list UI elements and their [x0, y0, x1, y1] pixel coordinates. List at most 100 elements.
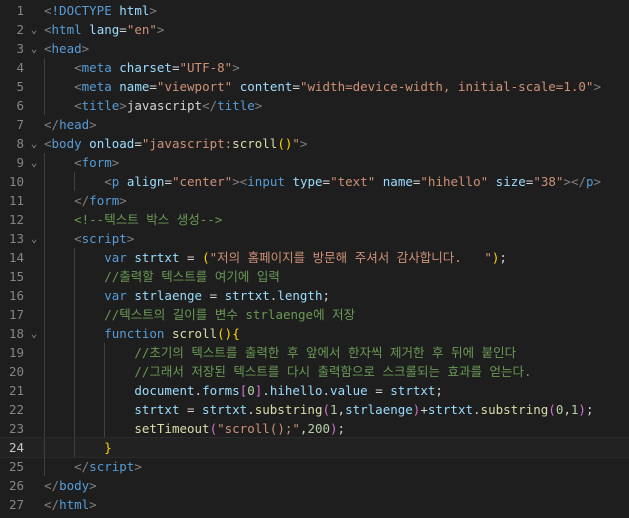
fold-chevron-icon[interactable]: ⌄ [28, 20, 40, 39]
code-token: . [262, 383, 270, 398]
line-number: 2 [16, 22, 24, 37]
code-token: strtxt [427, 402, 474, 417]
code-token: html [51, 22, 82, 37]
code-line[interactable]: 4 <meta charset="UTF-8"> [0, 58, 629, 77]
code-token: > [89, 497, 97, 512]
code-editor[interactable]: 1 <!DOCTYPE html> 2 ⌄ <html lang="en"> 3 ⌄ <hea… [0, 0, 629, 518]
code-line[interactable]: 1 <!DOCTYPE html> [0, 1, 629, 20]
code-line[interactable]: 12 <!--텍스트 박스 생성--> [0, 210, 629, 229]
code-line[interactable]: 20 //그래서 저장된 텍스트를 다시 출력함으로 스크롤되는 효과를 얻는다… [0, 362, 629, 381]
code-token: onload [89, 136, 135, 151]
code-text: document.forms[0].hihello.value = strtxt… [44, 381, 443, 400]
code-token: > [156, 22, 165, 37]
code-line[interactable]: 11 </form> [0, 191, 629, 210]
code-text: <meta name="viewport" content="width=dev… [44, 77, 601, 96]
fold-chevron-icon[interactable]: ⌄ [28, 229, 40, 248]
code-token: ; [337, 421, 346, 436]
code-token: </ [74, 459, 90, 474]
code-line[interactable]: 2 ⌄ <html lang="en"> [0, 20, 629, 39]
code-line[interactable]: 27 </html> [0, 495, 629, 514]
code-text: <title>javascript</title> [44, 96, 262, 115]
code-token: > [81, 41, 90, 56]
line-number: 22 [8, 402, 24, 417]
code-token: !DOCTYPE [51, 3, 112, 18]
line-number: 11 [8, 193, 24, 208]
code-token: "scroll();" [217, 421, 300, 436]
code-line[interactable]: 24 } [0, 437, 629, 458]
code-text: <!--텍스트 박스 생성--> [44, 210, 222, 229]
code-line[interactable]: 8 ⌄ <body onload="javascript:scroll()"> [0, 134, 629, 153]
code-token: "viewport" [156, 79, 233, 94]
code-line[interactable]: 17 //텍스트의 길이를 변수 strlaenge에 저장 [0, 305, 629, 324]
code-token: name [382, 174, 413, 189]
code-token: "width=device-width, initial-scale=1.0" [299, 79, 594, 94]
line-number: 23 [8, 421, 24, 436]
code-line[interactable]: 3 ⌄ <head> [0, 39, 629, 58]
code-token: strtxt [390, 383, 436, 398]
code-line[interactable]: 6 <title>javascript</title> [0, 96, 629, 115]
code-token: script [81, 231, 127, 246]
code-token: 1 [330, 402, 338, 417]
code-line[interactable]: 19 //초기의 텍스트를 출력한 후 앞에서 한자씩 제거한 후 뒤에 붙인다 [0, 343, 629, 362]
code-token: "en" [126, 22, 157, 37]
code-text: //그래서 저장된 텍스트를 다시 출력함으로 스크롤되는 효과를 얻는다. [44, 362, 531, 381]
code-token: > [149, 3, 157, 18]
code-line[interactable]: 13 ⌄ <script> [0, 229, 629, 248]
code-line[interactable]: 5 <meta name="viewport" content="width=d… [0, 77, 629, 96]
code-token: < [44, 136, 52, 151]
code-line[interactable]: 25 </script> [0, 457, 629, 476]
code-line[interactable]: 7 </head> [0, 115, 629, 134]
fold-chevron-icon[interactable]: ⌄ [28, 153, 40, 172]
code-line[interactable]: 14 var strtxt = ("저의 홈페이지를 방문해 주셔서 감사합니다… [0, 248, 629, 267]
code-line[interactable]: 16 var strlaenge = strtxt.length; [0, 286, 629, 305]
code-token: = [202, 288, 225, 303]
code-text: </script> [44, 457, 142, 476]
code-token: > [119, 98, 127, 113]
code-text: <p align="center"><input type="text" nam… [44, 172, 601, 191]
code-line[interactable]: 22 strtxt = strtxt.substring(1,strlaenge… [0, 400, 629, 419]
line-number: 16 [8, 288, 24, 303]
line-number: 4 [16, 60, 24, 75]
code-text: <meta charset="UTF-8"> [44, 58, 240, 77]
line-number: 8 [16, 136, 24, 151]
fold-chevron-icon[interactable]: ⌄ [28, 324, 40, 343]
code-token: input [247, 174, 285, 189]
code-token: 0 [247, 383, 255, 398]
code-line[interactable]: 26 </body> [0, 476, 629, 495]
code-token: body [51, 136, 82, 151]
code-token: "38" [533, 174, 564, 189]
line-number: 15 [8, 269, 24, 284]
code-token: = [179, 402, 203, 417]
code-line[interactable]: 21 document.forms[0].hihello.value = str… [0, 381, 629, 400]
code-line[interactable]: 10 <p align="center"><input type="text" … [0, 172, 629, 191]
code-line[interactable]: 18 ⌄ function scroll(){ [0, 324, 629, 343]
code-token: head [51, 41, 82, 56]
code-token: name [119, 79, 150, 94]
code-token: ) [330, 421, 338, 436]
code-line[interactable]: 9 ⌄ <form> [0, 153, 629, 172]
code-token: document [134, 383, 195, 398]
line-number: 27 [8, 497, 24, 512]
code-token: meta [81, 79, 112, 94]
fold-chevron-icon[interactable]: ⌄ [28, 134, 40, 153]
code-token: script [89, 459, 135, 474]
code-token: body [59, 478, 90, 493]
code-text: <head> [44, 39, 89, 58]
code-text: //초기의 텍스트를 출력한 후 앞에서 한자씩 제거한 후 뒤에 붙인다 [44, 343, 516, 362]
code-token: //텍스트의 길이를 변수 strlaenge에 저장 [104, 307, 356, 322]
code-line[interactable]: 23 setTimeout("scroll();",200); [0, 419, 629, 438]
code-token: "저의 홈페이지를 방문해 주셔서 감사합니다. " [209, 250, 492, 265]
code-token: . [322, 383, 331, 398]
code-text: //출력할 텍스트를 여기에 입력 [44, 267, 280, 286]
code-line[interactable]: 15 //출력할 텍스트를 여기에 입력 [0, 267, 629, 286]
fold-chevron-icon[interactable]: ⌄ [28, 39, 40, 58]
